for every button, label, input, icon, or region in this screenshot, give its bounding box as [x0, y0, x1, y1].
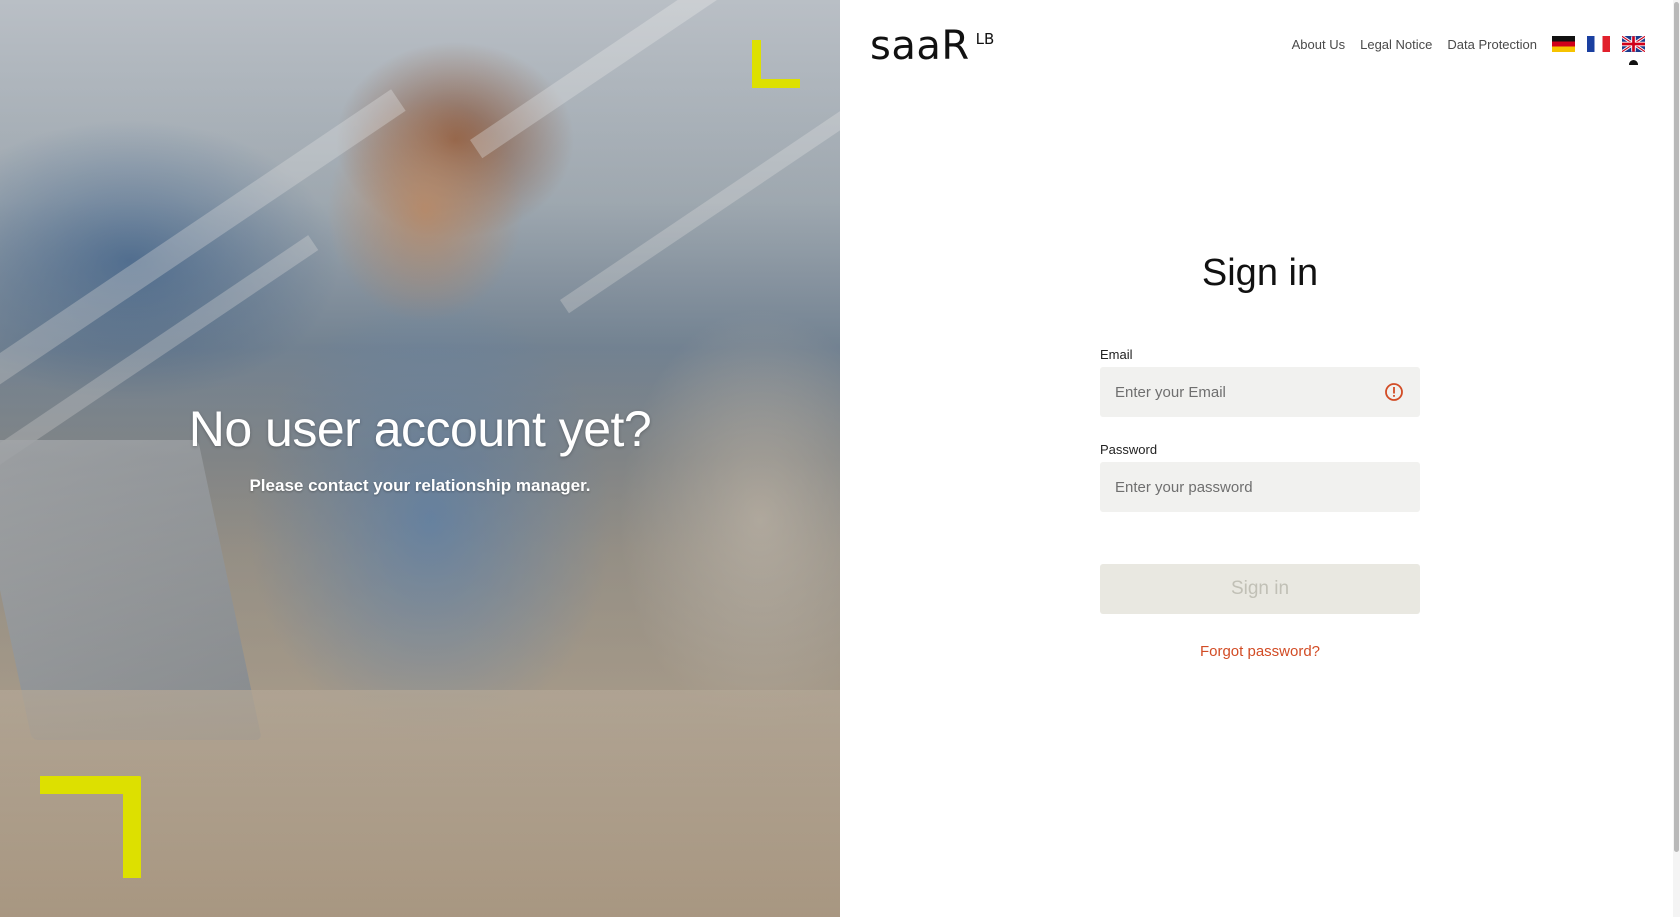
signin-title: Sign in — [1201, 252, 1319, 294]
logo[interactable]: saaR LB — [870, 26, 994, 66]
language-switcher — [1552, 36, 1645, 65]
nav-link-legal-notice[interactable]: Legal Notice — [1360, 37, 1432, 52]
hero-text: No user account yet? Please contact your… — [0, 400, 840, 496]
signin-button[interactable]: Sign in — [1100, 564, 1420, 614]
nav-link-about-us[interactable]: About Us — [1292, 37, 1345, 52]
flag-france-icon[interactable] — [1587, 36, 1610, 52]
corner-accent-top-right — [752, 40, 800, 88]
password-field-wrapper — [1100, 462, 1420, 512]
hero-subtitle: Please contact your relationship manager… — [249, 476, 591, 495]
password-label: Password — [1100, 442, 1158, 457]
logo-wordmark: saaR — [870, 23, 970, 69]
forgot-password-link[interactable]: Forgot password? — [1100, 643, 1420, 660]
logo-superscript: LB — [975, 30, 995, 48]
nav-link-data-protection[interactable]: Data Protection — [1447, 37, 1537, 52]
email-field-wrapper — [1100, 367, 1420, 417]
warning-circle-icon — [1385, 383, 1403, 401]
signin-panel: saaR LB About Us Legal Notice Data Prote… — [840, 0, 1673, 917]
password-field[interactable] — [1100, 462, 1420, 512]
hero-panel: No user account yet? Please contact your… — [0, 0, 840, 917]
hero-title: No user account yet? — [188, 401, 652, 457]
corner-accent-bottom-left — [40, 776, 141, 878]
active-language-indicator — [1629, 60, 1638, 65]
scrollbar-thumb[interactable] — [1674, 2, 1679, 852]
top-navigation: About Us Legal Notice Data Protection — [1292, 36, 1645, 65]
email-field[interactable] — [1100, 367, 1420, 417]
scrollbar[interactable] — [1673, 0, 1680, 917]
flag-uk-icon[interactable] — [1622, 36, 1645, 65]
flag-germany-icon[interactable] — [1552, 36, 1575, 52]
email-label: Email — [1100, 347, 1133, 362]
